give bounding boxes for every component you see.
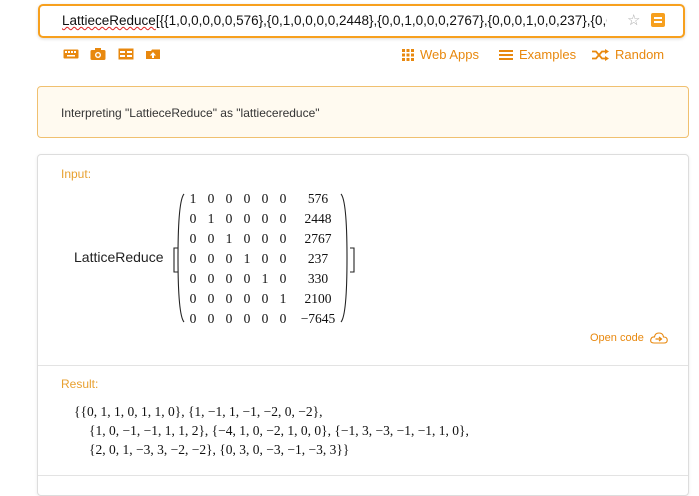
matrix-cell: 0 [279, 191, 287, 206]
matrix-cell: 0 [261, 311, 269, 326]
matrix-cell: 0 [279, 271, 287, 286]
input-pod-label: Input: [61, 167, 92, 181]
random-label: Random [615, 47, 665, 62]
matrix-cell: 0 [261, 231, 269, 246]
matrix-cell: 0 [225, 211, 233, 226]
matrix-cell: 2100 [304, 291, 332, 306]
matrix-cell: 237 [307, 251, 329, 266]
result-line: {1, 0, −1, −1, 1, 1, 2}, {−4, 1, 0, −2, … [89, 423, 469, 438]
equals-button-icon[interactable] [651, 13, 665, 27]
matrix-cell: 0 [261, 191, 269, 206]
result-line: {{0, 1, 1, 0, 1, 1, 0}, {1, −1, 1, −1, −… [74, 404, 323, 419]
matrix-cell: 0 [225, 311, 233, 326]
matrix-cell: 0 [207, 231, 215, 246]
matrix-cell: 0 [207, 191, 215, 206]
search-query-misspelled: LattieceReduce [62, 13, 156, 28]
open-code-button[interactable]: Open code [590, 332, 668, 344]
cloud-arrow-icon [649, 332, 668, 344]
matrix-cell: 0 [225, 191, 233, 206]
matrix-cell: 2767 [304, 231, 332, 246]
matrix-cell: 0 [189, 291, 197, 306]
star-icon[interactable]: ☆ [627, 11, 640, 29]
search-bar[interactable]: LattieceReduce[{{1,0,0,0,0,0,576},{0,1,0… [38, 4, 685, 38]
matrix-cell: 0 [189, 271, 197, 286]
search-query-rest: [{{1,0,0,0,0,0,576},{0,1,0,0,0,0,2448},{… [155, 13, 607, 28]
matrix-cell: 0 [207, 271, 215, 286]
keyboard-icon[interactable] [63, 47, 79, 61]
matrix-cell: 0 [225, 291, 233, 306]
matrix-cell: 0 [279, 251, 287, 266]
matrix-cell: 0 [261, 251, 269, 266]
matrix-cell: 0 [243, 311, 251, 326]
matrix-cell: 0 [189, 231, 197, 246]
matrix-cell: 0 [189, 311, 197, 326]
matrix-cell: 0 [243, 211, 251, 226]
matrix-cell: 0 [279, 211, 287, 226]
grid-icon [402, 48, 414, 61]
matrix-cell: 0 [243, 191, 251, 206]
upload-folder-icon[interactable] [145, 47, 161, 61]
matrix-cell: 0 [207, 311, 215, 326]
web-apps-link[interactable]: Web Apps [402, 47, 479, 62]
matrix-cell: 576 [307, 191, 329, 206]
search-input[interactable]: LattieceReduce[{{1,0,0,0,0,0,576},{0,1,0… [62, 13, 607, 31]
result-line: {2, 0, 1, −3, 3, −2, −2}, {0, 3, 0, −3, … [89, 442, 350, 457]
matrix-cell: 0 [243, 271, 251, 286]
matrix-cell: 330 [307, 271, 329, 286]
matrix-cell: 0 [225, 251, 233, 266]
interpretation-box: Interpreting "LattieceReduce" as "lattie… [37, 86, 689, 138]
matrix-cell: 1 [207, 211, 215, 226]
web-apps-label: Web Apps [420, 47, 480, 62]
matrix-cell: 0 [225, 271, 233, 286]
table-icon[interactable] [118, 47, 134, 61]
matrix-cell: 0 [243, 231, 251, 246]
matrix-cell: 0 [279, 231, 287, 246]
matrix-cell: 0 [261, 211, 269, 226]
matrix-cell: 1 [225, 231, 233, 246]
matrix-cell: 0 [207, 291, 215, 306]
matrix-cell: 1 [261, 271, 269, 286]
matrix-cell: 1 [243, 251, 251, 266]
matrix-cell: 1 [189, 191, 197, 206]
camera-icon[interactable] [90, 47, 106, 61]
examples-label: Examples [519, 47, 577, 62]
interpretation-text: Interpreting "LattieceReduce" as "lattie… [61, 106, 320, 120]
matrix-cell: 0 [243, 291, 251, 306]
matrix-cell: 0 [189, 211, 197, 226]
matrix-left-paren [177, 193, 185, 323]
list-icon [499, 49, 513, 60]
matrix-cell: 2448 [304, 211, 332, 226]
right-square-bracket [350, 247, 355, 273]
function-name: LatticeReduce [74, 249, 164, 265]
matrix-cell: −7645 [300, 311, 336, 326]
random-link[interactable]: Random [592, 47, 664, 62]
pod-divider [38, 365, 688, 366]
open-code-label: Open code [590, 332, 644, 344]
matrix-cell: 0 [261, 291, 269, 306]
results-card: Input: LatticeReduce 1 0 0 0 0 0 576 0 1 0 0 0 0 2448… [37, 154, 689, 496]
result-pod-label: Result: [61, 377, 99, 391]
shuffle-icon [592, 48, 609, 61]
examples-link[interactable]: Examples [499, 47, 576, 62]
matrix-cell: 0 [189, 251, 197, 266]
matrix-cell: 0 [279, 311, 287, 326]
pod-divider [38, 475, 688, 476]
matrix-cell: 1 [279, 291, 287, 306]
matrix-cell: 0 [207, 251, 215, 266]
